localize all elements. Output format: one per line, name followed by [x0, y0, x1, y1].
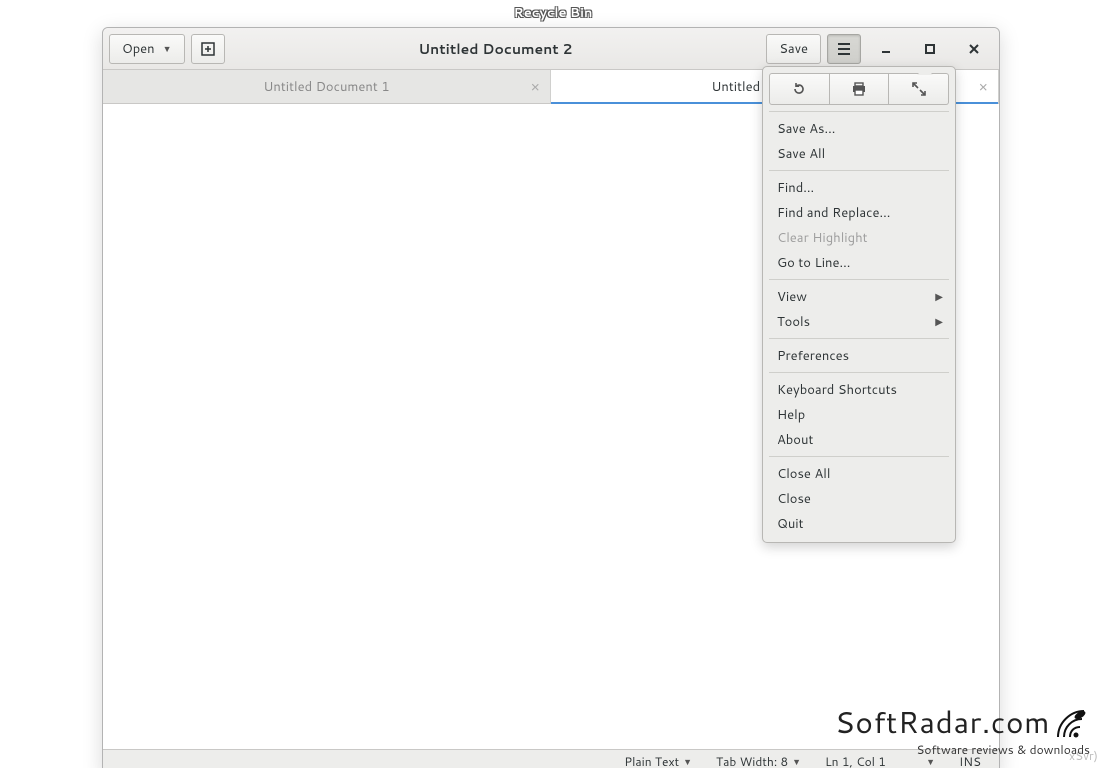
desktop-recycle-bin-label: Recycle Bin	[514, 4, 593, 22]
reload-icon	[792, 82, 806, 96]
status-syntax[interactable]: Plain Text ▼	[614, 753, 702, 768]
open-button[interactable]: Open ▼	[109, 34, 185, 64]
titlebar: Open ▼ Untitled Document 2 Save	[103, 28, 999, 70]
menu-view[interactable]: View ▶	[769, 284, 949, 309]
tab-close-button[interactable]: ×	[978, 76, 988, 97]
maximize-icon	[925, 44, 935, 54]
hamburger-menu-button[interactable]	[827, 34, 861, 64]
menu-keyboard-shortcuts[interactable]: Keyboard Shortcuts	[769, 377, 949, 402]
fullscreen-button[interactable]	[889, 73, 949, 105]
new-document-button[interactable]	[191, 34, 225, 64]
chevron-right-icon: ▶	[935, 290, 943, 304]
save-button-label: Save	[779, 40, 808, 58]
menu-save-as[interactable]: Save As...	[769, 116, 949, 141]
menu-tools[interactable]: Tools ▶	[769, 309, 949, 334]
popover-toolbar	[769, 73, 949, 105]
watermark-tagline: Software reviews & downloads	[835, 741, 1090, 758]
menu-find-replace[interactable]: Find and Replace...	[769, 200, 949, 225]
menu-find[interactable]: Find...	[769, 175, 949, 200]
reload-button[interactable]	[769, 73, 830, 105]
fullscreen-icon	[912, 82, 926, 96]
status-tab-width[interactable]: Tab Width: 8 ▼	[706, 753, 811, 768]
plus-box-icon	[201, 42, 215, 56]
watermark: SoftRadar.com Software reviews & downloa…	[835, 700, 1090, 758]
open-button-label: Open	[122, 40, 155, 58]
menu-preferences[interactable]: Preferences	[769, 343, 949, 368]
close-window-button[interactable]	[955, 29, 993, 69]
chevron-down-icon: ▼	[163, 42, 172, 55]
menu-about[interactable]: About	[769, 427, 949, 452]
print-button[interactable]	[830, 73, 890, 105]
chevron-down-icon: ▼	[683, 755, 692, 768]
minimize-icon	[881, 44, 891, 54]
menu-go-to-line[interactable]: Go to Line...	[769, 250, 949, 275]
tab-close-button[interactable]: ×	[530, 76, 540, 97]
hamburger-icon	[837, 43, 851, 55]
save-button[interactable]: Save	[766, 34, 821, 64]
satellite-icon	[1056, 705, 1090, 739]
menu-close-all[interactable]: Close All	[769, 461, 949, 486]
hamburger-popover: Save As... Save All Find... Find and Rep…	[762, 66, 956, 543]
menu-quit[interactable]: Quit	[769, 511, 949, 536]
close-icon	[969, 44, 979, 54]
print-icon	[851, 82, 867, 96]
tab-label: Untitled Document 1	[263, 78, 389, 96]
menu-clear-highlight: Clear Highlight	[769, 225, 949, 250]
watermark-brand: SoftRadar.com	[835, 700, 1050, 743]
menu-save-all[interactable]: Save All	[769, 141, 949, 166]
menu-close[interactable]: Close	[769, 486, 949, 511]
chevron-right-icon: ▶	[935, 315, 943, 329]
chevron-down-icon: ▼	[792, 755, 801, 768]
menu-help[interactable]: Help	[769, 402, 949, 427]
minimize-button[interactable]	[867, 29, 905, 69]
window-title: Untitled Document 2	[225, 39, 767, 59]
tab-untitled-1[interactable]: Untitled Document 1 ×	[103, 70, 551, 103]
